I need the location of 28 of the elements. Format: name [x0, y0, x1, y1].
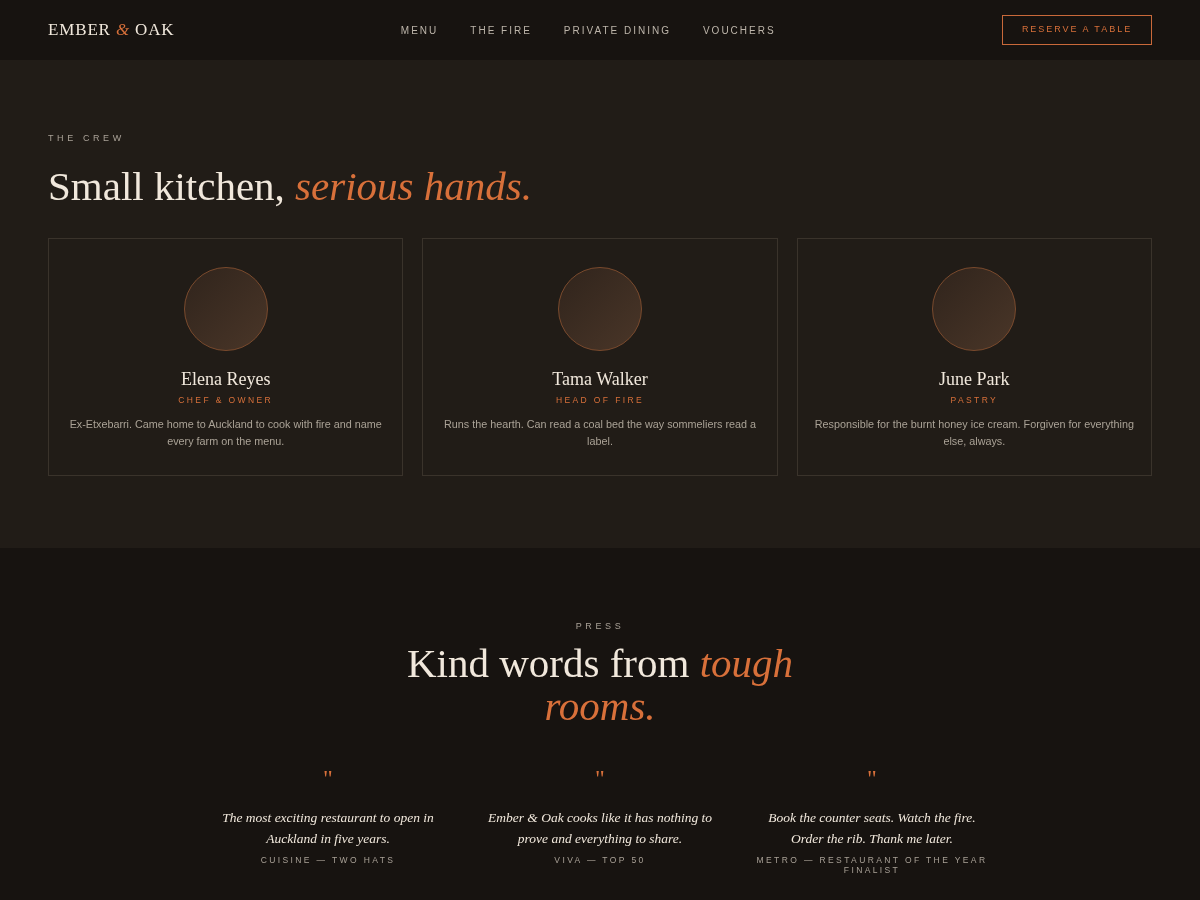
section-heading: Small kitchen, serious hands. — [48, 162, 533, 211]
quote-mark: " — [595, 766, 605, 790]
quote-text: Ember & Oak cooks like it has nothing to prove and everything to share. — [486, 809, 714, 848]
member-name: Elena Reyes — [180, 368, 271, 391]
member-bio: Runs the hearth. Can read a coal bed the way sommeliers read a label. — [442, 417, 758, 449]
section-heading: Kind words from tough rooms. — [405, 642, 795, 728]
member-name: Tama Walker — [552, 368, 648, 391]
quote-mark: " — [323, 766, 333, 790]
member-bio: Ex-Etxebarri. Came home to Auckland to cook with fire and name every farm on the menu. — [68, 417, 383, 449]
quote-text: Book the counter seats. Watch the fire. Order the rib. Thank me later. — [767, 809, 977, 848]
quote-source: METRO — RESTAURANT OF THE YEAR FINALIST — [756, 855, 988, 875]
quote-source: CUISINE — TWO HATS — [260, 855, 396, 865]
member-role: CHEF & OWNER — [178, 394, 273, 406]
section-eyebrow: THE CREW — [48, 132, 125, 144]
section-eyebrow: PRESS — [575, 620, 625, 632]
nav-link[interactable]: MENU — [400, 22, 439, 38]
nav-link[interactable]: VOUCHERS — [702, 22, 776, 38]
quote-mark: " — [867, 766, 877, 790]
nav-link[interactable]: THE FIRE — [470, 22, 532, 38]
logo[interactable]: EMBER & OAK — [48, 17, 175, 43]
member-role: PASTRY — [950, 394, 999, 406]
member-role: HEAD OF FIRE — [555, 394, 645, 406]
nav-link[interactable]: PRIVATE DINING — [563, 22, 671, 38]
quote-text: The most exciting restaurant to open in Auckland in five years. — [221, 809, 435, 848]
quote-source: VIVA — TOP 50 — [554, 855, 646, 865]
member-name: June Park — [939, 368, 1010, 391]
member-bio: Responsible for the burnt honey ice cream. Forgiven for everything else, always. — [813, 417, 1135, 449]
reserve-button[interactable]: RESERVE A TABLE — [1002, 15, 1152, 45]
